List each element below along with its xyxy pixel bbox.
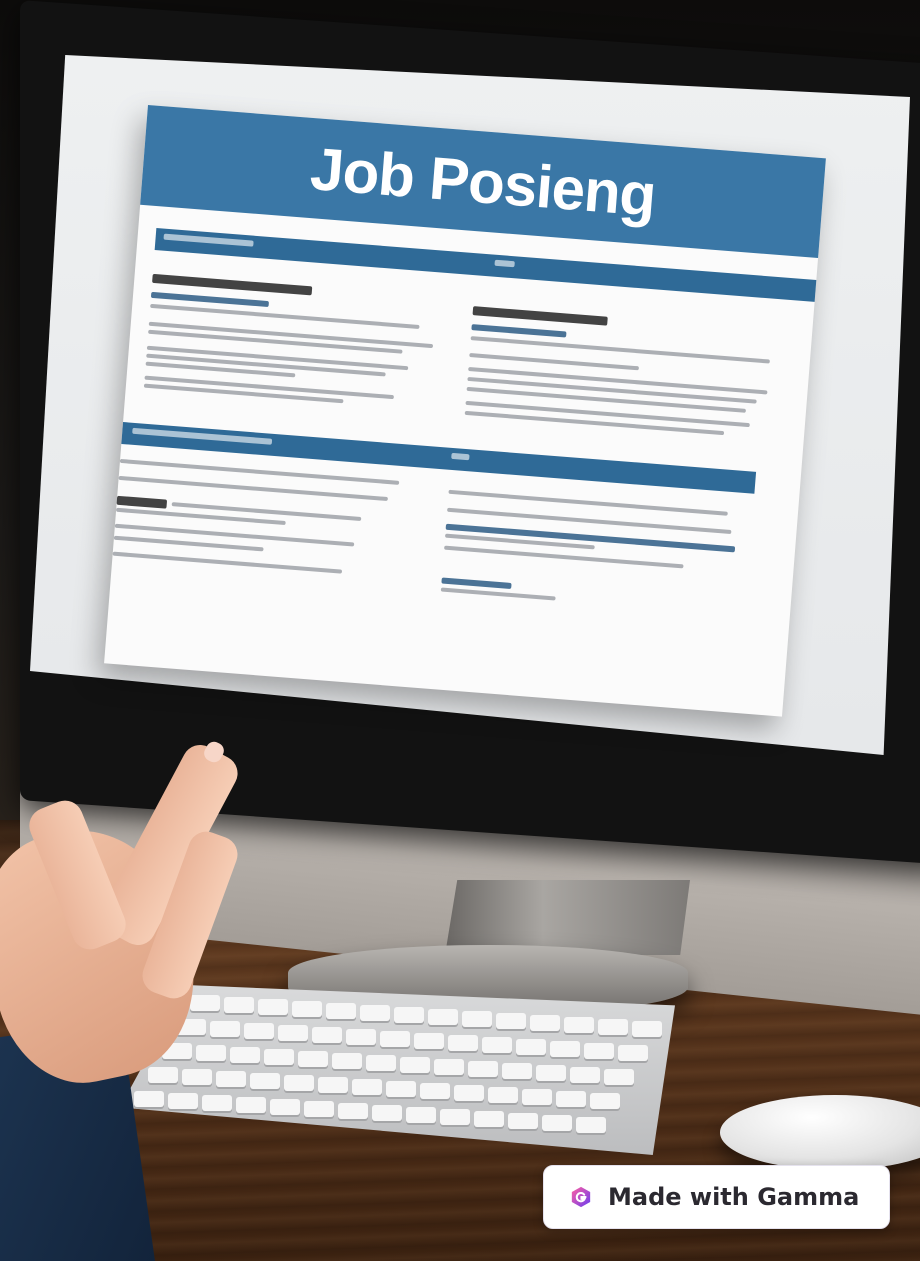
keyboard-key bbox=[604, 1069, 634, 1085]
keyboard-key bbox=[406, 1107, 436, 1123]
keyboard-key bbox=[326, 1003, 356, 1019]
section-bar-label bbox=[132, 427, 273, 445]
keyboard-key bbox=[292, 1001, 322, 1017]
keyboard-key bbox=[216, 1071, 246, 1087]
keyboard-key bbox=[632, 1021, 662, 1037]
keyboard-key bbox=[556, 1091, 586, 1107]
keyboard-key bbox=[346, 1029, 376, 1045]
section-subheading bbox=[441, 577, 512, 589]
keyboard-key bbox=[618, 1045, 648, 1061]
monitor-stand-neck bbox=[445, 880, 690, 955]
made-with-gamma-badge[interactable]: Made with Gamma bbox=[543, 1165, 890, 1229]
keyboard-key bbox=[360, 1005, 390, 1021]
keyboard-key bbox=[564, 1017, 594, 1033]
keyboard-key bbox=[454, 1085, 484, 1101]
keyboard-key bbox=[264, 1049, 294, 1065]
keyboard-key bbox=[576, 1117, 606, 1133]
keyboard-key bbox=[536, 1065, 566, 1081]
keyboard-key bbox=[488, 1087, 518, 1103]
keyboard-key bbox=[522, 1089, 552, 1105]
keyboard-key bbox=[210, 1021, 240, 1037]
keyboard-key bbox=[270, 1099, 300, 1115]
text-line bbox=[469, 352, 640, 371]
text-line bbox=[114, 523, 355, 547]
badge-label: Made with Gamma bbox=[608, 1183, 860, 1211]
keyboard-key bbox=[298, 1051, 328, 1067]
gamma-logo-icon bbox=[571, 1186, 591, 1208]
keyboard-key bbox=[244, 1023, 274, 1039]
keyboard-key bbox=[284, 1075, 314, 1091]
job-posting-document: Job Posieng bbox=[104, 105, 826, 717]
section-bar-label bbox=[494, 259, 515, 268]
section-heading bbox=[152, 273, 313, 296]
keyboard-key bbox=[224, 997, 254, 1013]
keyboard-key bbox=[570, 1067, 600, 1083]
keyboard-key bbox=[372, 1105, 402, 1121]
keyboard-key bbox=[508, 1113, 538, 1129]
keyboard-key bbox=[420, 1083, 450, 1099]
keyboard-key bbox=[542, 1115, 572, 1131]
keyboard-key bbox=[352, 1079, 382, 1095]
keyboard-key bbox=[462, 1011, 492, 1027]
text-line bbox=[444, 545, 684, 569]
keyboard-key bbox=[414, 1033, 444, 1049]
keyboard-key bbox=[394, 1007, 424, 1023]
keyboard-key bbox=[250, 1073, 280, 1089]
text-line bbox=[440, 587, 556, 601]
keyboard-key bbox=[168, 1093, 198, 1109]
keyboard-key bbox=[428, 1009, 458, 1025]
keyboard-key bbox=[312, 1027, 342, 1043]
keyboard-key bbox=[230, 1047, 260, 1063]
keyboard-key bbox=[304, 1101, 334, 1117]
keyboard-key bbox=[434, 1059, 464, 1075]
keyboard-key bbox=[482, 1037, 512, 1053]
text-line bbox=[113, 535, 264, 552]
keyboard-key bbox=[400, 1057, 430, 1073]
keyboard-key bbox=[386, 1081, 416, 1097]
keyboard-key bbox=[584, 1043, 614, 1059]
section-subheading bbox=[471, 324, 567, 338]
keyboard-key bbox=[202, 1095, 232, 1111]
keyboard-key bbox=[440, 1109, 470, 1125]
keyboard-key bbox=[366, 1055, 396, 1071]
section-bar-label bbox=[451, 452, 470, 461]
keyboard-key bbox=[182, 1069, 212, 1085]
keyboard-key bbox=[236, 1097, 266, 1113]
keyboard-key bbox=[590, 1093, 620, 1109]
keyboard-key bbox=[468, 1061, 498, 1077]
keyboard-key bbox=[332, 1053, 362, 1069]
keyboard-key bbox=[550, 1041, 580, 1057]
section-bar-label bbox=[163, 233, 254, 247]
keyboard-key bbox=[380, 1031, 410, 1047]
photo-scene: Job Posieng Made with Gamma bbox=[0, 0, 920, 1261]
keyboard-key bbox=[278, 1025, 308, 1041]
document-title: Job Posieng bbox=[308, 134, 658, 229]
keyboard-key bbox=[338, 1103, 368, 1119]
keyboard-key bbox=[318, 1077, 348, 1093]
keyboard-key bbox=[530, 1015, 560, 1031]
keyboard-key bbox=[496, 1013, 526, 1029]
keyboard-key bbox=[258, 999, 288, 1015]
keyboard-key bbox=[448, 1035, 478, 1051]
keyboard-key bbox=[196, 1045, 226, 1061]
section-heading bbox=[472, 306, 608, 326]
keyboard-key bbox=[502, 1063, 532, 1079]
text-line bbox=[112, 551, 343, 574]
keyboard-key bbox=[148, 1067, 178, 1083]
keyboard-key bbox=[474, 1111, 504, 1127]
keyboard-key bbox=[516, 1039, 546, 1055]
keyboard-key bbox=[134, 1091, 164, 1107]
section-heading bbox=[116, 495, 168, 509]
keyboard-key bbox=[190, 995, 220, 1011]
keyboard-key bbox=[598, 1019, 628, 1035]
